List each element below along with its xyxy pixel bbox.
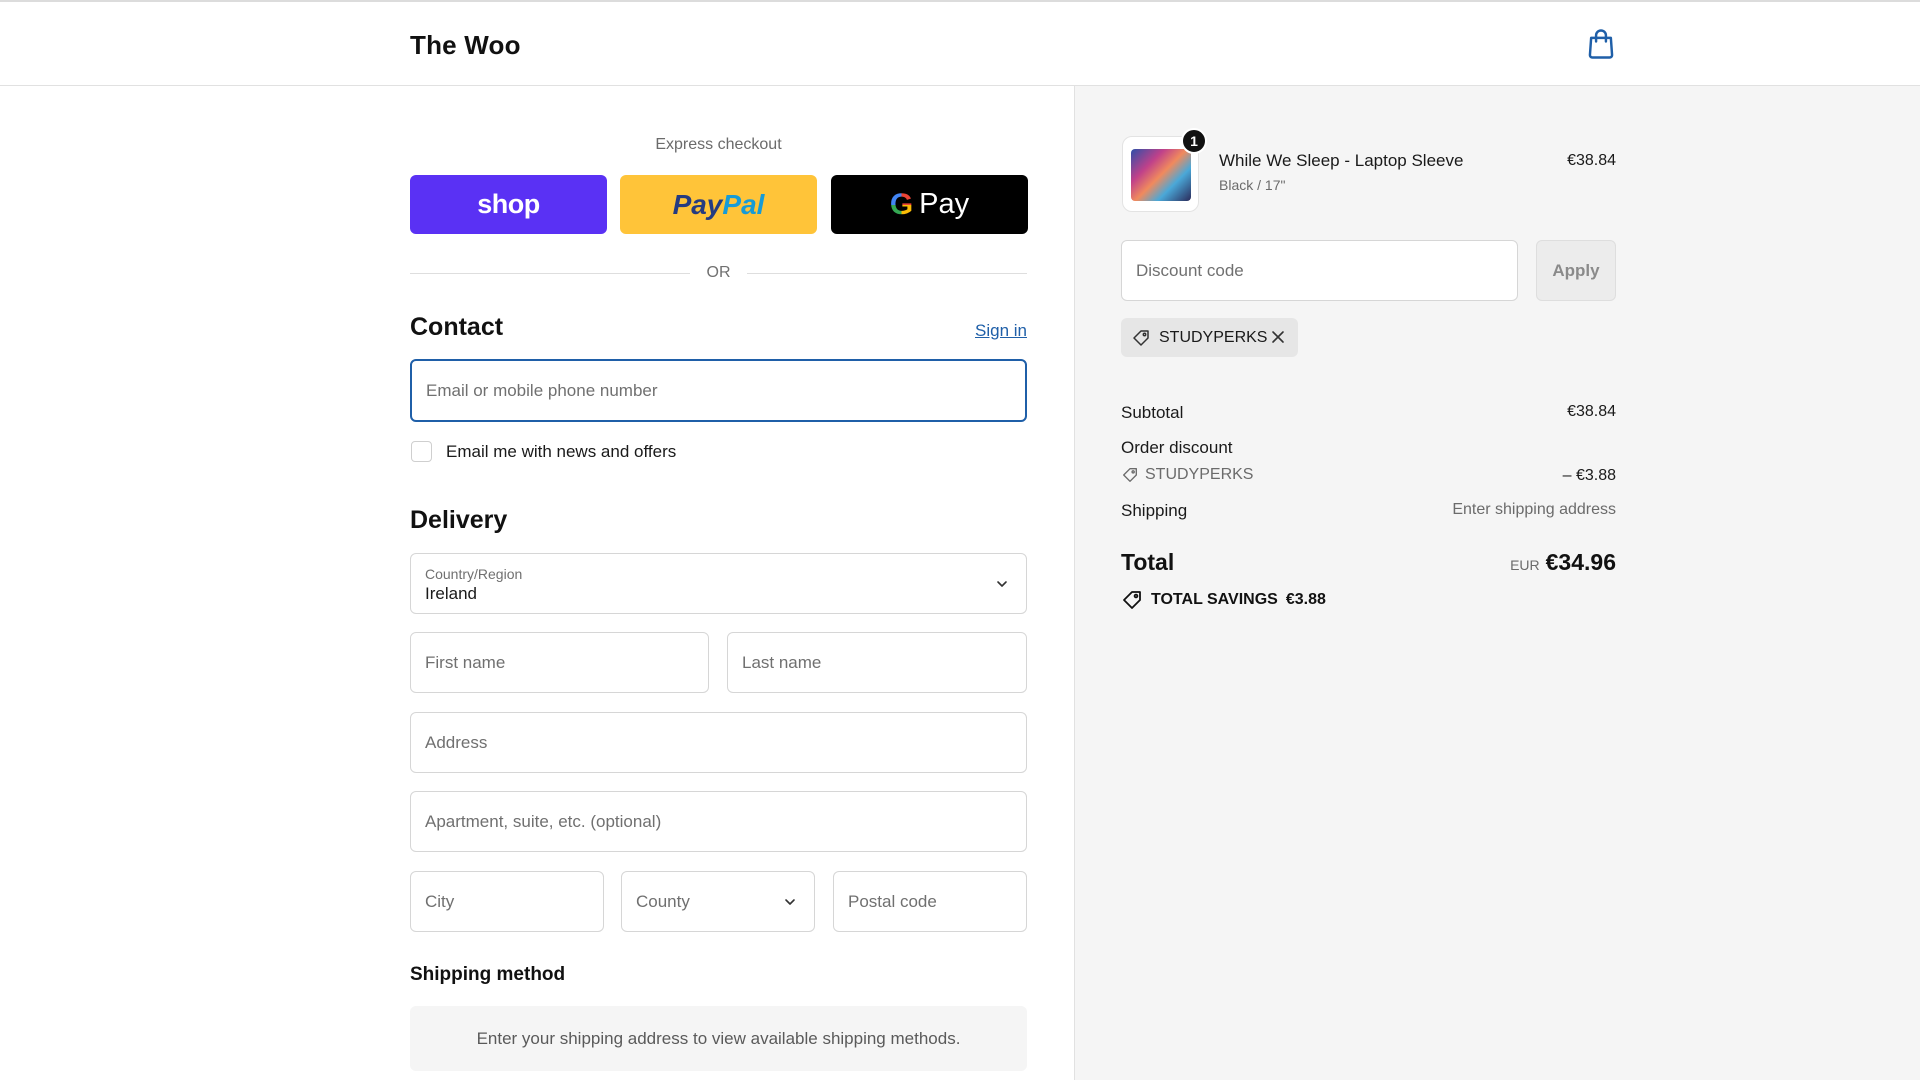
order-discount-code-row: STUDYPERKS: [1121, 466, 1253, 484]
applied-discount-chip: STUDYPERKS: [1121, 318, 1298, 357]
express-checkout-title: Express checkout: [655, 136, 782, 153]
country-label: Country/Region: [425, 566, 523, 582]
apartment-field[interactable]: Apartment, suite, etc. (optional): [410, 791, 1027, 852]
order-discount-label: Order discount: [1121, 438, 1233, 457]
chevron-down-icon: [785, 898, 795, 905]
tag-icon: [1123, 468, 1137, 482]
delivery-title: Delivery: [410, 506, 508, 534]
total-amount: EUR €34.96: [1400, 549, 1616, 576]
total-label: Total: [1121, 549, 1175, 575]
chevron-down-icon: [997, 580, 1007, 587]
shipping-method-title: Shipping method: [410, 964, 566, 985]
google-g-icon: G: [889, 187, 914, 221]
address-placeholder: Address: [425, 732, 488, 752]
city-placeholder: City: [425, 891, 455, 911]
google-pay-label: Pay: [919, 188, 970, 220]
first-name-field[interactable]: First name: [410, 632, 709, 693]
address-field[interactable]: Address: [410, 712, 1027, 773]
discount-placeholder: Discount code: [1136, 260, 1244, 280]
product-thumbnail: 1: [1122, 128, 1207, 212]
apply-discount-button[interactable]: Apply: [1536, 240, 1616, 301]
or-divider: OR: [410, 262, 1027, 286]
city-field[interactable]: City: [410, 871, 604, 932]
order-discount-code: STUDYPERKS: [1145, 466, 1254, 483]
discount-code-input[interactable]: Discount code: [1121, 240, 1518, 301]
email-field[interactable]: Email or mobile phone number: [410, 359, 1027, 422]
shopping-bag-icon[interactable]: [1586, 28, 1616, 60]
first-name-placeholder: First name: [425, 652, 506, 672]
last-name-placeholder: Last name: [742, 652, 822, 672]
google-pay-button[interactable]: G Pay: [831, 175, 1028, 234]
sign-in-link[interactable]: Sign in: [975, 321, 1027, 341]
paypal-label-part2: Pal: [722, 188, 765, 220]
applied-code-text: STUDYPERKS: [1159, 328, 1268, 346]
divider-line: [747, 273, 1027, 274]
shop-pay-button[interactable]: shop: [410, 175, 607, 234]
order-discount-value: – €3.88: [1562, 467, 1616, 484]
total-savings-label: TOTAL SAVINGS: [1151, 591, 1278, 608]
paypal-button[interactable]: Pay Pal: [620, 175, 817, 234]
order-summary-panel: [1074, 86, 1920, 1080]
apartment-placeholder: Apartment, suite, etc. (optional): [425, 811, 662, 831]
last-name-field[interactable]: Last name: [727, 632, 1027, 693]
postal-code-placeholder: Postal code: [848, 891, 937, 911]
product-price: €38.84: [1567, 152, 1616, 169]
shipping-method-notice: Enter your shipping address to view avai…: [410, 1006, 1027, 1071]
product-variant: Black / 17": [1219, 177, 1286, 193]
contact-title: Contact: [410, 313, 504, 341]
newsletter-checkbox[interactable]: [411, 441, 432, 462]
store-logo[interactable]: The Woo: [410, 30, 521, 61]
quantity-badge: 1: [1181, 128, 1207, 154]
total-value: €34.96: [1545, 549, 1616, 575]
paypal-label-part1: Pay: [672, 188, 723, 220]
tag-icon: [1133, 329, 1149, 346]
product-name: While We Sleep - Laptop Sleeve: [1219, 151, 1464, 170]
county-placeholder: County: [636, 891, 690, 911]
subtotal-value: €38.84: [1567, 403, 1616, 420]
postal-code-field[interactable]: Postal code: [833, 871, 1027, 932]
country-value: Ireland: [425, 584, 477, 603]
newsletter-label: Email me with news and offers: [446, 442, 677, 461]
total-savings: TOTAL SAVINGS €3.88: [1121, 589, 1326, 611]
site-header: The Woo: [0, 2, 1920, 86]
country-select[interactable]: Country/Region Ireland: [410, 553, 1027, 614]
tag-icon: [1123, 591, 1141, 609]
total-currency: EUR: [1510, 557, 1540, 573]
county-select[interactable]: County: [621, 871, 815, 932]
email-placeholder: Email or mobile phone number: [426, 380, 658, 400]
product-image: [1131, 149, 1191, 201]
shipping-value: Enter shipping address: [1452, 501, 1616, 518]
subtotal-label: Subtotal: [1121, 403, 1184, 422]
remove-discount-icon[interactable]: [1268, 327, 1288, 347]
total-savings-value: €3.88: [1285, 591, 1326, 608]
shop-pay-label: shop: [477, 189, 540, 219]
shipping-label: Shipping: [1121, 501, 1188, 520]
